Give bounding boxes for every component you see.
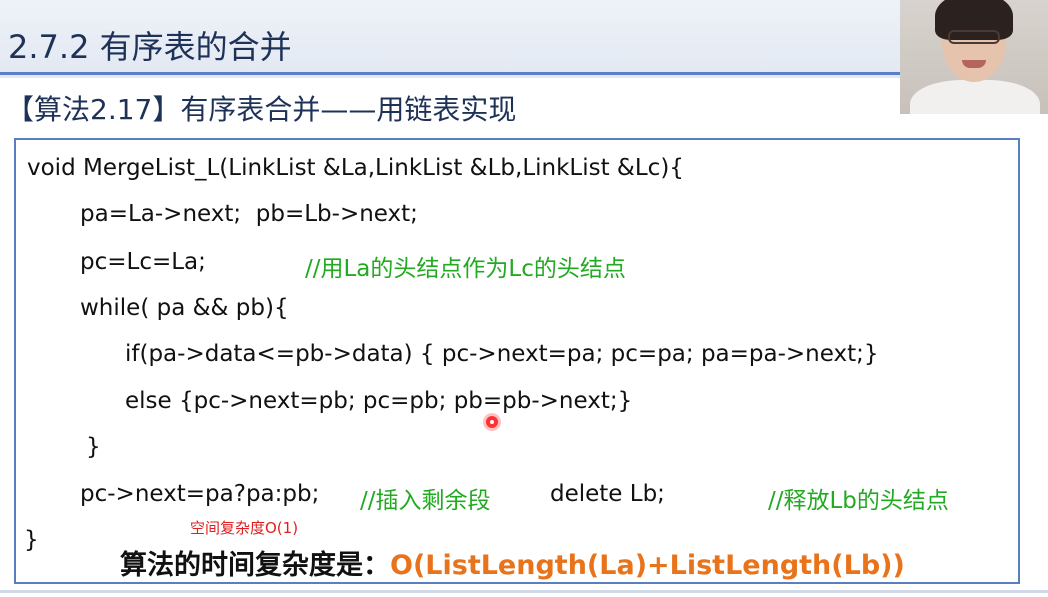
code-line-3-code: pc=Lc=La; [80, 249, 206, 275]
space-complexity-note: 空间复杂度O(1) [190, 519, 299, 537]
code-line-7: } [86, 434, 101, 460]
bottom-divider [0, 590, 1048, 593]
time-complexity-label: 算法的时间复杂度是： [120, 550, 390, 581]
presenter-glasses [948, 30, 1000, 44]
code-line-1: void MergeList_L(LinkList &La,LinkList &… [27, 155, 684, 181]
algorithm-title: 【算法2.17】有序表合并——用链表实现 [6, 93, 517, 126]
time-complexity-value: O(ListLength(La)+ListLength(Lb)) [390, 550, 905, 581]
code-line-8-code: pc->next=pa?pa:pb; [80, 481, 320, 507]
code-line-8-delete: delete Lb; [550, 481, 665, 507]
code-line-3-comment: //用La的头结点作为Lc的头结点 [305, 256, 626, 282]
code-line-8-comment-2: //释放Lb的头结点 [768, 488, 949, 514]
section-title: 2.7.2 有序表的合并 [8, 28, 292, 66]
code-line-2: pa=La->next; pb=Lb->next; [80, 201, 418, 227]
presenter-body [910, 80, 1040, 114]
code-line-6: else {pc->next=pb; pc=pb; pb=pb->next;} [125, 388, 633, 414]
code-line-8-comment-1: //插入剩余段 [360, 488, 491, 514]
laser-pointer-icon [486, 416, 498, 428]
presenter-webcam [900, 0, 1048, 114]
code-line-9: } [24, 527, 39, 553]
code-line-3: pc=Lc=La; [80, 249, 206, 275]
title-divider [0, 72, 900, 75]
time-complexity: 算法的时间复杂度是：O(ListLength(La)+ListLength(Lb… [120, 543, 905, 582]
code-line-5: if(pa->data<=pb->data) { pc->next=pa; pc… [125, 341, 879, 367]
code-line-4: while( pa && pb){ [80, 295, 289, 321]
